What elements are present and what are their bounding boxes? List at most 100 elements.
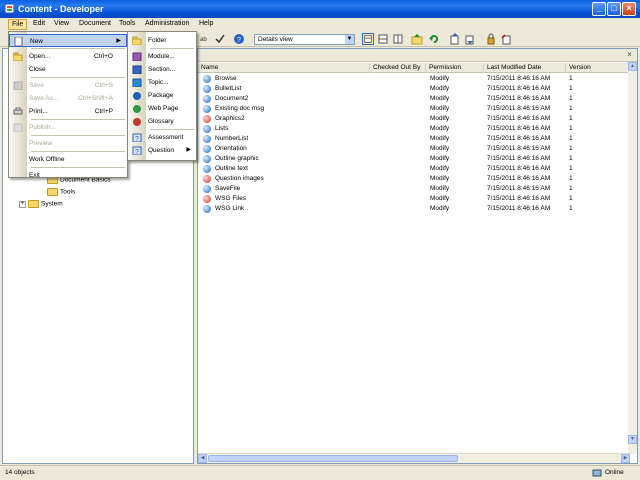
horizontal-scroll-thumb[interactable]: [208, 455, 458, 462]
tree-item-system[interactable]: + System: [19, 200, 63, 208]
row-modified-date: 7/15/2011 8:46:16 AM: [487, 155, 551, 162]
new-menu-item-glossary[interactable]: Glossary: [128, 115, 196, 128]
table-row[interactable]: Orientation Modify 7/15/2011 8:46:16 AM 1: [198, 144, 630, 154]
new-menu-item-web-page[interactable]: Web Page: [128, 102, 196, 115]
folder-icon: [47, 188, 58, 196]
help-icon[interactable]: ?: [233, 33, 245, 45]
new-menu-item-assessment[interactable]: ? Assessment: [128, 131, 196, 144]
online-status: Online: [605, 469, 624, 476]
menu-item-label: Topic...: [148, 79, 169, 86]
new-menu-item-folder[interactable]: Folder: [128, 34, 196, 47]
row-modified-date: 7/15/2011 8:46:16 AM: [487, 95, 551, 102]
table-row[interactable]: Question images Modify 7/15/2011 8:46:16 A…: [198, 174, 630, 184]
row-version: 1: [569, 125, 573, 132]
undo-checkout-icon[interactable]: [500, 33, 512, 45]
new-menu-item-question[interactable]: ? Question ▶: [128, 144, 196, 157]
table-row[interactable]: SaveFile Modify 7/15/2011 8:46:16 AM 1: [198, 184, 630, 194]
menu-help[interactable]: Help: [196, 19, 216, 30]
split-view-icon[interactable]: [392, 33, 404, 45]
column-checked-out-by[interactable]: Checked Out By: [370, 63, 426, 73]
expand-icon[interactable]: +: [19, 200, 26, 208]
lock-icon[interactable]: [485, 33, 497, 45]
row-permission: Modify: [430, 165, 450, 172]
scroll-down-icon[interactable]: ▼: [628, 435, 637, 444]
close-button[interactable]: ×: [622, 2, 636, 16]
horizontal-scrollbar[interactable]: ◀ ▶: [198, 453, 630, 463]
table-row[interactable]: NumberList Modify 7/15/2011 8:46:16 AM 1: [198, 134, 630, 144]
scroll-up-icon[interactable]: ▲: [628, 62, 637, 71]
scroll-right-icon[interactable]: ▶: [621, 454, 630, 463]
row-modified-date: 7/15/2011 8:46:16 AM: [487, 85, 551, 92]
column-name[interactable]: Name: [198, 63, 370, 73]
scroll-left-icon[interactable]: ◀: [198, 454, 207, 463]
table-row[interactable]: WSG Files Modify 7/15/2011 8:46:16 AM 1: [198, 194, 630, 204]
details-view-icon[interactable]: [362, 33, 374, 45]
menu-document[interactable]: Document: [76, 19, 114, 30]
row-permission: Modify: [430, 135, 450, 142]
menu-administration[interactable]: Administration: [142, 19, 192, 30]
menu-view[interactable]: View: [51, 19, 72, 30]
submenu-arrow-icon: ▶: [186, 147, 191, 153]
file-menu-item-new[interactable]: New ▶: [9, 34, 127, 47]
file-menu-item-close[interactable]: Close: [9, 63, 127, 76]
minimize-button[interactable]: _: [592, 2, 606, 16]
menu-tools[interactable]: Tools: [116, 19, 138, 30]
menu-file[interactable]: File: [8, 19, 28, 30]
list-view-icon[interactable]: [377, 33, 389, 45]
globe-document-icon: [203, 135, 211, 143]
row-version: 1: [569, 185, 573, 192]
new-menu-item-section[interactable]: Section...: [128, 63, 196, 76]
menu-separator: [31, 119, 125, 120]
table-row[interactable]: Graphics2 Modify 7/15/2011 8:46:16 AM 1: [198, 114, 630, 124]
spell-check-icon[interactable]: ab: [200, 33, 212, 45]
content-list-pane: × Name Checked Out By Permission Last Mo…: [197, 48, 638, 464]
file-menu-item-work-offline[interactable]: Work Offline: [9, 153, 127, 166]
menu-separator: [150, 129, 194, 130]
tree-item-tools[interactable]: Tools: [47, 188, 75, 196]
close-pane-icon[interactable]: ×: [625, 50, 634, 59]
file-menu-item-exit[interactable]: Exit: [9, 169, 127, 182]
column-permission[interactable]: Permission: [426, 63, 484, 73]
check-icon[interactable]: [214, 33, 226, 45]
menu-shortcut: Ctrl+S: [94, 82, 113, 89]
maximize-button[interactable]: □: [607, 2, 621, 16]
row-name: Document2: [215, 95, 249, 102]
new-menu-item-topic[interactable]: Topic...: [128, 76, 196, 89]
new-menu-item-package[interactable]: Package: [128, 89, 196, 102]
new-menu-item-module[interactable]: Module...: [128, 50, 196, 63]
table-row[interactable]: Browse Modify 7/15/2011 8:46:16 AM 1: [198, 74, 630, 84]
refresh-icon[interactable]: [428, 33, 440, 45]
column-version[interactable]: Version: [566, 63, 630, 73]
row-name: WSG Link: [215, 205, 245, 212]
column-last-modified[interactable]: Last Modified Date: [484, 63, 566, 73]
menu-item-label: Glossary: [148, 118, 174, 125]
file-menu-item-print[interactable]: Print... Ctrl+P: [9, 105, 127, 118]
row-modified-date: 7/15/2011 8:46:16 AM: [487, 145, 551, 152]
table-row[interactable]: Existing doc msg Modify 7/15/2011 8:46:16 …: [198, 104, 630, 114]
table-row[interactable]: Document2 Modify 7/15/2011 8:46:16 AM 1: [198, 94, 630, 104]
check-out-icon[interactable]: [464, 33, 476, 45]
table-row[interactable]: WSG Link Modify 7/15/2011 8:46:16 AM 1: [198, 204, 630, 214]
menu-item-label: Web Page: [148, 105, 179, 112]
menu-shortcut: Ctrl+P: [94, 108, 113, 115]
vertical-scrollbar[interactable]: ▲ ▼: [628, 62, 637, 454]
menu-item-label: Module...: [148, 53, 175, 60]
row-permission: Modify: [430, 95, 450, 102]
check-in-icon[interactable]: [449, 33, 461, 45]
svg-text:?: ?: [237, 37, 241, 44]
menu-item-label: Save: [29, 82, 44, 89]
folder-up-icon[interactable]: [411, 33, 423, 45]
globe-document-icon: [203, 185, 211, 193]
menu-separator: [31, 77, 125, 78]
globe-document-icon: [203, 105, 211, 113]
menu-edit[interactable]: Edit: [30, 19, 48, 30]
table-row[interactable]: Outline graphic Modify 7/15/2011 8:46:16 A…: [198, 154, 630, 164]
menu-separator: [150, 48, 194, 49]
table-row[interactable]: Outline text Modify 7/15/2011 8:46:16 AM 1: [198, 164, 630, 174]
menu-item-label: Preview: [29, 140, 53, 147]
table-row[interactable]: BulletList Modify 7/15/2011 8:46:16 AM 1: [198, 84, 630, 94]
chevron-down-icon[interactable]: ▼: [345, 35, 354, 44]
views-dropdown[interactable]: Details view ▼: [254, 34, 355, 45]
file-menu-item-open[interactable]: Open... Ctrl+O: [9, 50, 127, 63]
table-row[interactable]: Lists Modify 7/15/2011 8:46:16 AM 1: [198, 124, 630, 134]
